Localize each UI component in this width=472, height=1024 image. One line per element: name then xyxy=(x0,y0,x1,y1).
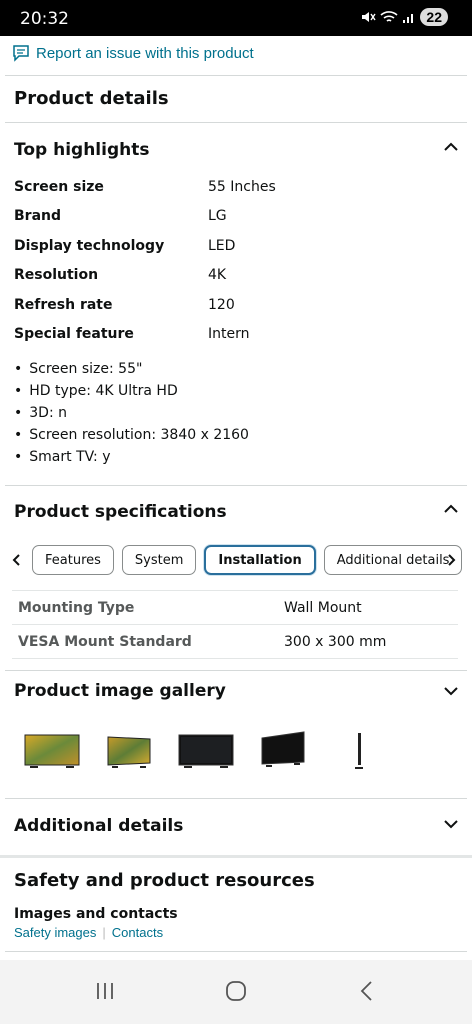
chevron-right-icon[interactable] xyxy=(446,553,458,567)
tab-features[interactable]: Features xyxy=(32,545,114,575)
tv-thumbnail[interactable] xyxy=(354,732,364,770)
highlight-row: Display technology LED xyxy=(14,238,454,267)
top-highlights-title[interactable]: Top highlights xyxy=(14,140,149,160)
system-nav-bar xyxy=(0,960,472,1024)
link-separator: | xyxy=(102,925,106,940)
report-issue-label: Report an issue with this product xyxy=(36,44,254,62)
safety-title: Safety and product resources xyxy=(14,870,315,891)
recent-apps-icon[interactable] xyxy=(94,980,116,1002)
spec-key: VESA Mount Standard xyxy=(18,634,192,650)
spec-key: Mounting Type xyxy=(18,600,135,616)
status-time: 20:32 xyxy=(20,9,69,29)
spec-value: 300 x 300 mm xyxy=(284,634,387,650)
table-row: VESA Mount Standard 300 x 300 mm xyxy=(12,625,458,659)
highlight-row: Screen size 55 Inches xyxy=(14,179,454,208)
spec-value: Wall Mount xyxy=(284,600,362,616)
highlight-key: Display technology xyxy=(14,238,165,254)
bullet-item: Smart TV: y xyxy=(14,446,249,468)
product-specifications-title[interactable]: Product specifications xyxy=(14,502,227,522)
tv-thumbnail[interactable] xyxy=(106,734,152,770)
tab-system[interactable]: System xyxy=(121,545,197,575)
status-bar: 20:32 22 xyxy=(0,0,472,36)
chevron-up-icon[interactable] xyxy=(444,504,458,514)
bullet-item: 3D: n xyxy=(14,402,249,424)
spec-table: Mounting Type Wall Mount VESA Mount Stand… xyxy=(12,590,458,659)
home-icon[interactable] xyxy=(225,980,247,1002)
tab-installation[interactable]: Installation xyxy=(204,545,316,575)
highlight-key: Refresh rate xyxy=(14,297,113,313)
table-row: Mounting Type Wall Mount xyxy=(12,591,458,625)
highlight-value: LG xyxy=(208,208,227,224)
status-icons: 22 xyxy=(360,8,448,26)
highlight-bullets: Screen size: 55" HD type: 4K Ultra HD 3D… xyxy=(14,358,249,468)
section-separator xyxy=(0,855,472,858)
highlight-row: Refresh rate 120 xyxy=(14,297,454,326)
image-gallery xyxy=(20,728,460,772)
feedback-icon xyxy=(13,45,29,62)
divider xyxy=(5,75,467,76)
divider xyxy=(5,798,467,799)
bullet-item: HD type: 4K Ultra HD xyxy=(14,380,249,402)
highlight-key: Special feature xyxy=(14,326,134,342)
chevron-down-icon[interactable] xyxy=(444,819,458,829)
safety-links: Safety images | Contacts xyxy=(14,925,163,940)
highlight-value: Intern xyxy=(208,326,250,342)
highlight-value: 55 Inches xyxy=(208,179,276,195)
additional-details-title[interactable]: Additional details xyxy=(14,816,183,836)
highlight-row: Brand LG xyxy=(14,208,454,237)
gallery-title[interactable]: Product image gallery xyxy=(14,681,226,701)
mute-icon xyxy=(362,12,377,22)
bullet-item: Screen size: 55" xyxy=(14,358,249,380)
tab-additional-details[interactable]: Additional details xyxy=(323,545,462,575)
highlight-value: LED xyxy=(208,238,236,254)
contacts-link[interactable]: Contacts xyxy=(112,925,163,940)
bullet-item: Screen resolution: 3840 x 2160 xyxy=(14,424,249,446)
chevron-down-icon[interactable] xyxy=(444,686,458,696)
wifi-icon xyxy=(380,11,398,22)
highlight-row: Resolution 4K xyxy=(14,267,454,296)
battery-badge: 22 xyxy=(420,8,448,26)
divider xyxy=(5,670,467,671)
product-details-title: Product details xyxy=(14,88,169,109)
highlight-key: Brand xyxy=(14,208,62,224)
divider xyxy=(5,485,467,486)
chevron-up-icon[interactable] xyxy=(444,142,458,152)
tv-thumbnail[interactable] xyxy=(24,734,80,770)
highlight-key: Resolution xyxy=(14,267,99,283)
signal-icon xyxy=(403,14,414,23)
highlight-key: Screen size xyxy=(14,179,104,195)
tv-thumbnail[interactable] xyxy=(178,734,234,770)
highlight-value: 120 xyxy=(208,297,235,313)
safety-images-link[interactable]: Safety images xyxy=(14,925,96,940)
divider xyxy=(5,122,467,123)
safety-subtitle: Images and contacts xyxy=(14,906,178,922)
report-issue-link[interactable]: Report an issue with this product xyxy=(12,40,254,66)
highlight-row: Special feature Intern xyxy=(14,326,454,355)
highlight-value: 4K xyxy=(208,267,227,283)
spec-tabs: Features System Installation Additional … xyxy=(10,544,462,576)
divider xyxy=(5,951,467,952)
tv-thumbnail[interactable] xyxy=(260,730,306,770)
chevron-left-icon[interactable] xyxy=(10,553,24,567)
back-icon[interactable] xyxy=(359,980,375,1002)
